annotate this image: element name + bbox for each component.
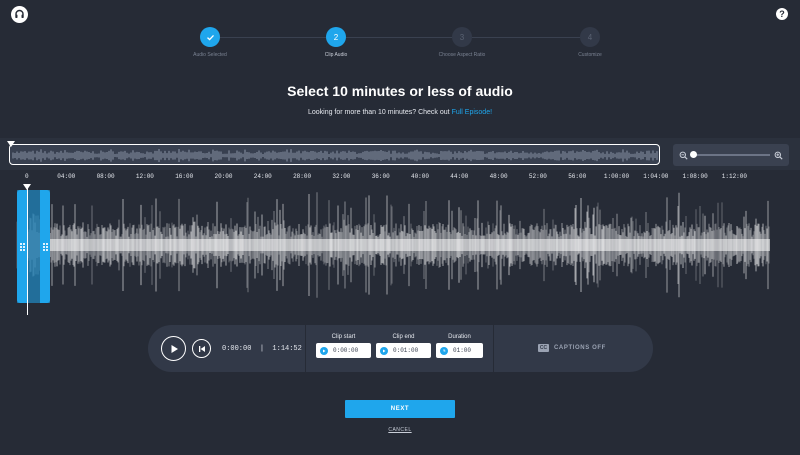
play-from-start-icon[interactable] [320,346,328,355]
duration-value[interactable]: 01:00 [453,347,471,354]
current-time: 0:00:00 [222,345,252,353]
waveform-core [48,239,770,251]
playback-time-readout: 0:00:00 | 1:14:52 [222,345,302,353]
zoom-in-icon[interactable] [774,151,783,160]
time-tick-label: 08:00 [96,173,115,180]
time-tick-label: 0 [25,173,29,180]
next-button[interactable]: NEXT [345,400,455,418]
time-tick-label: 56:00 [568,173,587,180]
playhead-line[interactable] [27,185,28,315]
zoom-out-icon[interactable] [679,151,688,160]
step-label: Customize [578,52,602,58]
play-icon [171,344,178,353]
step-choose-aspect-ratio: 3 Choose Aspect Ratio [412,27,512,58]
time-separator: | [259,345,265,353]
time-tick-label: 1:08:00 [682,173,708,180]
clip-start-field[interactable]: 0:00:00 [316,343,371,358]
closed-captions-icon: CC [538,344,549,352]
overview-waveform[interactable] [9,144,660,165]
overview-waveform-graphic [12,149,658,162]
divider [305,325,306,372]
time-tick-label: 28:00 [293,173,312,180]
step-clip-audio[interactable]: 2 Clip Audio [286,27,386,58]
zoom-control [673,144,789,166]
step-customize: 4 Customize [540,27,640,58]
clip-start-handle[interactable] [17,190,27,303]
play-to-end-icon[interactable] [380,346,388,355]
duration-label: Duration [448,334,471,340]
time-tick-label: 04:00 [57,173,76,180]
play-button[interactable] [161,336,186,361]
time-tick-label: 12:00 [135,173,154,180]
playhead-marker[interactable] [23,184,31,190]
overview-playhead-marker[interactable] [7,141,15,147]
time-ruler: 0 04:00 08:00 12:00 16:00 20:00 24:00 28:00 32:0… [0,170,800,184]
duration-field[interactable]: 01:00 [436,343,483,358]
time-tick-label: 40:00 [410,173,429,180]
time-tick-label: 20:00 [214,173,233,180]
time-tick-label: 24:00 [253,173,272,180]
time-tick-label: 1:00:00 [603,173,630,180]
time-tick-label: 36:00 [371,173,390,180]
grip-dots-icon [19,242,25,251]
waveform-graphic [16,192,770,298]
skip-to-start-icon [198,345,205,352]
page-title: Select 10 minutes or less of audio [287,83,513,99]
clip-end-handle[interactable] [40,190,50,303]
step-label: Audio Selected [193,52,227,58]
step-number: 3 [452,27,472,47]
skip-to-start-button[interactable] [192,339,211,358]
waveform-editor[interactable] [0,185,800,315]
duration-group: Duration 01:00 [436,334,483,358]
step-number: 4 [580,27,600,47]
clip-end-label: Clip end [392,334,415,340]
clock-icon [440,346,448,355]
time-tick-label: 1:12:00 [721,173,747,180]
cancel-link[interactable]: CANCEL [0,427,800,433]
time-tick-label: 32:00 [332,173,351,180]
full-episode-link[interactable]: Full Episode! [452,109,492,116]
clip-start-group: Clip start 0:00:00 [316,334,371,358]
time-tick-label: 16:00 [175,173,194,180]
clip-end-field[interactable]: 0:01:00 [376,343,431,358]
captions-label: CAPTIONS OFF [554,345,606,351]
grip-dots-icon [42,242,48,251]
total-time: 1:14:52 [272,345,302,353]
playback-controls-bar: 0:00:00 | 1:14:52 Clip start 0:00:00 Cli… [148,325,653,372]
step-label: Choose Aspect Ratio [438,52,486,58]
time-tick-label: 48:00 [489,173,508,180]
clip-end-group: Clip end 0:01:00 [376,334,431,358]
clip-start-label: Clip start [331,334,356,340]
time-tick-label: 52:00 [528,173,547,180]
page-subtitle: Looking for more than 10 minutes? Check … [0,109,800,116]
zoom-slider[interactable] [690,151,770,158]
divider [493,325,494,372]
subtitle-text: Looking for more than 10 minutes? Check … [307,109,452,116]
time-tick-label: 44:00 [450,173,469,180]
time-tick-label: 1:04:00 [643,173,669,180]
step-label: Clip Audio [324,52,348,58]
progress-stepper: Audio Selected 2 Clip Audio 3 Choose Asp… [0,0,800,70]
zoom-slider-thumb[interactable] [690,151,697,158]
clip-start-value[interactable]: 0:00:00 [333,347,358,354]
step-number: 2 [326,27,346,47]
clip-end-value[interactable]: 0:01:00 [393,347,418,354]
step-complete-check-icon [200,27,220,47]
captions-toggle[interactable]: CC CAPTIONS OFF [538,344,606,352]
step-audio-selected[interactable]: Audio Selected [160,27,260,58]
